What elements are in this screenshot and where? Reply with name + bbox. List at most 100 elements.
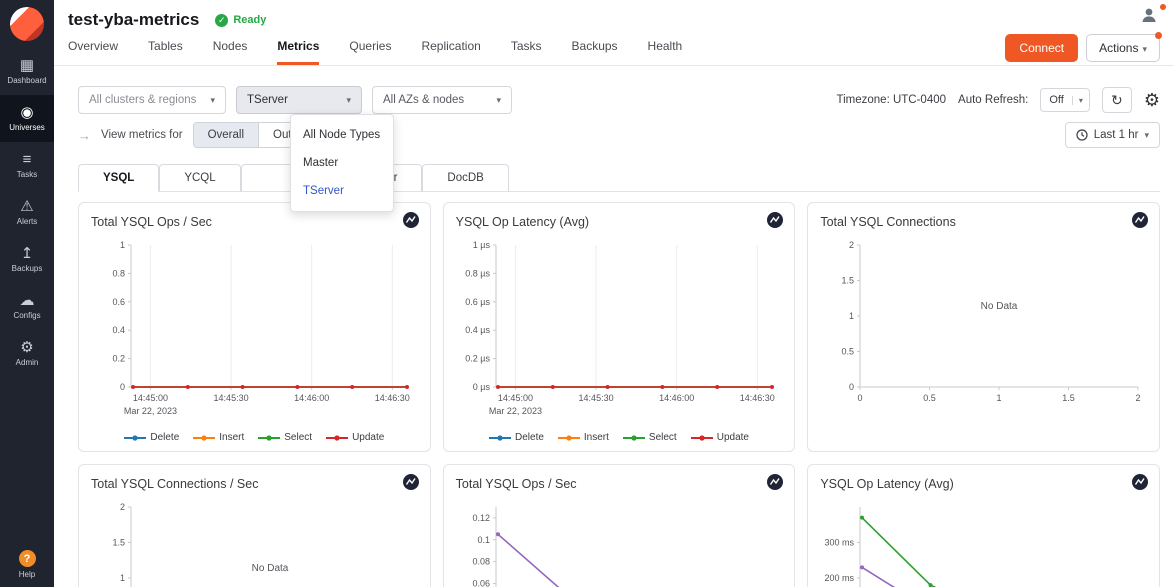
metric-tab-ysql[interactable]: YSQL (78, 164, 159, 192)
chart-panel: Total YSQL Connections 21.510.5000.511.5… (807, 202, 1160, 452)
node-type-menu: All Node Types Master TServer (290, 114, 394, 212)
legend-line-icon (258, 434, 280, 442)
svg-text:1: 1 (120, 240, 125, 250)
chart-settings-icon[interactable] (766, 211, 784, 229)
svg-text:No Data: No Data (981, 301, 1018, 312)
sidebar-item-alerts[interactable]: ⚠ Alerts (0, 189, 54, 236)
node-type-dropdown[interactable]: TServer▾ (236, 86, 362, 114)
chart-title: YSQL Op Latency (Avg) (820, 477, 953, 491)
auto-refresh-toggle[interactable]: Off ▾ (1040, 88, 1090, 112)
tab-backups[interactable]: Backups (572, 39, 618, 65)
svg-text:14:46:00: 14:46:00 (294, 393, 329, 403)
menu-item-tserver[interactable]: TServer (291, 177, 393, 205)
chart-svg: 21.510.5000.511.52No Data (820, 237, 1146, 409)
chart-settings-icon[interactable] (1131, 211, 1149, 229)
admin-icon: ⚙ (20, 340, 33, 355)
yugabyte-logo[interactable] (0, 0, 54, 48)
connect-button[interactable]: Connect (1005, 34, 1078, 62)
tab-replication[interactable]: Replication (421, 39, 480, 65)
chart-title: Total YSQL Connections / Sec (91, 477, 258, 491)
tab-metrics[interactable]: Metrics (277, 39, 319, 65)
svg-text:14:46:00: 14:46:00 (659, 393, 694, 403)
chart-panel: Total YSQL Ops / Sec 0.120.10.080.06 (443, 464, 796, 587)
chart-title: YSQL Op Latency (Avg) (456, 215, 589, 229)
legend-line-icon (691, 434, 713, 442)
chart-svg: 0.120.10.080.06 (456, 499, 782, 587)
sidebar-item-configs[interactable]: ☁ Configs (0, 283, 54, 330)
alerts-icon: ⚠ (20, 199, 33, 214)
chart-svg: 1 µs0.8 µs0.6 µs0.4 µs0.2 µs0 µs14:45:00… (456, 237, 782, 425)
tab-tasks[interactable]: Tasks (511, 39, 542, 65)
chart-settings-icon[interactable] (766, 473, 784, 491)
chart-title: Total YSQL Ops / Sec (91, 215, 212, 229)
chart-settings-icon[interactable] (402, 473, 420, 491)
chart-legend: Delete Insert Select Update (456, 432, 783, 443)
legend-item[interactable]: Select (623, 432, 677, 443)
legend-line-icon (489, 434, 511, 442)
universe-header: test-yba-metrics ✓ Ready (54, 0, 1174, 32)
chart-panel: Total YSQL Connections / Sec 21.510.5000… (78, 464, 431, 587)
dashboard-icon: ▦ (20, 58, 34, 73)
configs-icon: ☁ (20, 293, 35, 308)
svg-text:300 ms: 300 ms (825, 538, 855, 548)
svg-text:0.08: 0.08 (472, 557, 490, 567)
sidebar-item-universes[interactable]: ◉ Universes (0, 95, 54, 142)
svg-text:1.5: 1.5 (1063, 393, 1076, 403)
svg-text:0.5: 0.5 (842, 347, 855, 357)
menu-item-master[interactable]: Master (291, 149, 393, 177)
svg-text:1 µs: 1 µs (472, 240, 490, 250)
chart-plot-area: 0.120.10.080.06 (456, 499, 783, 587)
metric-tab-docdb[interactable]: DocDB (422, 164, 508, 192)
refresh-button[interactable]: ↻ (1102, 87, 1132, 113)
tab-overview[interactable]: Overview (68, 39, 118, 65)
page-title: test-yba-metrics (68, 10, 199, 30)
svg-text:2: 2 (1136, 393, 1141, 403)
sidebar: ▦ Dashboard ◉ Universes ≡ Tasks ⚠ Alerts… (0, 0, 54, 587)
menu-item-all-node-types[interactable]: All Node Types (291, 121, 393, 149)
sidebar-item-help[interactable]: ? Help (0, 550, 54, 579)
legend-item[interactable]: Insert (193, 432, 244, 443)
user-icon[interactable] (1140, 6, 1158, 29)
svg-text:1: 1 (120, 573, 125, 583)
legend-item[interactable]: Update (691, 432, 749, 443)
tab-queries[interactable]: Queries (349, 39, 391, 65)
time-range-dropdown[interactable]: Last 1 hr ▾ (1065, 122, 1160, 148)
chart-plot-area: 10.80.60.40.2014:45:0014:45:3014:46:0014… (91, 237, 418, 443)
sidebar-item-tasks[interactable]: ≡ Tasks (0, 142, 54, 189)
metric-tabs: YSQL YCQL Tablet Server DocDB (78, 164, 1160, 192)
overall-button[interactable]: Overall (193, 122, 259, 148)
legend-item[interactable]: Insert (558, 432, 609, 443)
legend-item[interactable]: Update (326, 432, 384, 443)
tab-health[interactable]: Health (648, 39, 683, 65)
az-nodes-dropdown[interactable]: All AZs & nodes▾ (372, 86, 512, 114)
svg-text:0.8: 0.8 (112, 268, 125, 278)
legend-line-icon (193, 434, 215, 442)
chart-settings-icon[interactable] (402, 211, 420, 229)
chart-settings-icon[interactable] (1131, 473, 1149, 491)
logo-icon (10, 7, 44, 41)
sidebar-item-admin[interactable]: ⚙ Admin (0, 330, 54, 377)
legend-item[interactable]: Select (258, 432, 312, 443)
tab-nodes[interactable]: Nodes (213, 39, 248, 65)
chart-plot-area: 21.510.5000.511.52No Data (91, 499, 418, 587)
svg-text:0.2 µs: 0.2 µs (465, 354, 490, 364)
svg-text:0: 0 (120, 382, 125, 392)
svg-text:0.2: 0.2 (112, 354, 125, 364)
chevron-down-icon: ▾ (210, 95, 215, 106)
backups-icon: ↥ (21, 246, 34, 261)
legend-item[interactable]: Delete (489, 432, 544, 443)
gear-icon[interactable]: ⚙ (1144, 91, 1160, 109)
svg-text:0: 0 (858, 393, 863, 403)
svg-text:0.12: 0.12 (472, 513, 490, 523)
metric-tab-ycql[interactable]: YCQL (159, 164, 240, 192)
sidebar-item-dashboard[interactable]: ▦ Dashboard (0, 48, 54, 95)
legend-item[interactable]: Delete (124, 432, 179, 443)
tab-tables[interactable]: Tables (148, 39, 183, 65)
actions-button[interactable]: Actions▾ (1086, 34, 1160, 62)
chart-svg: 300 ms200 ms (820, 499, 1146, 587)
clusters-regions-dropdown[interactable]: All clusters & regions▾ (78, 86, 226, 114)
chart-plot-area: 300 ms200 ms (820, 499, 1147, 587)
universe-tabbar: Overview Tables Nodes Metrics Queries Re… (54, 32, 1174, 66)
svg-text:0 µs: 0 µs (472, 382, 490, 392)
sidebar-item-backups[interactable]: ↥ Backups (0, 236, 54, 283)
